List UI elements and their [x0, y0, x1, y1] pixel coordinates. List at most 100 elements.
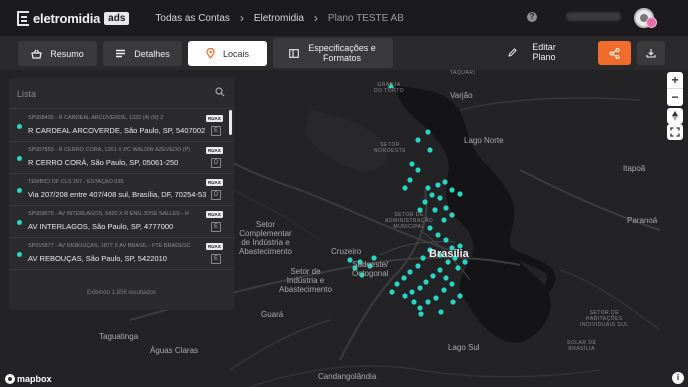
location-marker[interactable]: [402, 185, 408, 191]
location-marker[interactable]: [418, 311, 424, 317]
location-marker[interactable]: [415, 137, 421, 143]
map-label-lago-norte: Lago Norte: [464, 136, 504, 145]
top-bar: eletromidia ads Todas as Contas › Eletro…: [0, 0, 688, 36]
location-marker[interactable]: [455, 265, 461, 271]
location-marker[interactable]: [433, 295, 439, 301]
location-marker[interactable]: [420, 255, 426, 261]
location-marker[interactable]: [417, 285, 423, 291]
map-label-paranoa: Paranoá: [627, 216, 658, 225]
location-address: AV INTERLAGOS, São Paulo, SP, 4777000: [28, 222, 174, 231]
logo[interactable]: eletromidia ads: [17, 10, 130, 26]
location-dot: [17, 188, 22, 193]
compass-button[interactable]: [667, 108, 683, 124]
list-scrollbar[interactable]: [229, 110, 232, 135]
location-marker[interactable]: [462, 259, 468, 265]
search-input[interactable]: [17, 85, 207, 103]
location-marker[interactable]: [407, 177, 413, 183]
fullscreen-icon: [670, 127, 680, 137]
location-marker[interactable]: [441, 287, 447, 293]
location-marker[interactable]: [394, 281, 400, 287]
location-marker[interactable]: [449, 281, 455, 287]
location-marker[interactable]: [450, 299, 456, 305]
tab-label: Locais: [222, 48, 249, 59]
map-label-setor-noroeste: SETOR NOROESTE: [374, 142, 407, 154]
location-marker[interactable]: [435, 232, 441, 238]
location-marker[interactable]: [435, 182, 441, 188]
location-marker[interactable]: [437, 267, 443, 273]
location-type-badge: RUAS: [206, 211, 223, 218]
breadcrumb-accounts[interactable]: Todas as Contas: [155, 13, 230, 24]
user-name[interactable]: [566, 12, 621, 21]
locations-list[interactable]: SP008400 - R CARDEAL ARCOVERDE, 1332 (4)…: [9, 110, 234, 280]
road: [459, 97, 641, 111]
zoom-out-button[interactable]: −: [667, 89, 683, 106]
location-marker[interactable]: [425, 185, 431, 191]
search-icon[interactable]: [215, 87, 225, 97]
pencil-icon: [508, 47, 517, 57]
location-marker[interactable]: [411, 299, 417, 305]
location-marker[interactable]: [401, 275, 407, 281]
location-marker[interactable]: [389, 289, 395, 295]
list-item[interactable]: SP007853 - R CERRO CORÁ, 1261 X PC WALDI…: [9, 142, 234, 174]
location-marker[interactable]: [430, 273, 436, 279]
location-marker[interactable]: [438, 309, 444, 315]
list-item[interactable]: SP015877 - AV REBOUÇAS, 1877 X AV BRASIL…: [9, 238, 234, 270]
location-marker[interactable]: [422, 199, 428, 205]
location-marker[interactable]: [402, 293, 408, 299]
map-label-itapoa: Itapoã: [623, 164, 646, 173]
tab-resumo[interactable]: Resumo: [18, 41, 97, 66]
location-marker[interactable]: [432, 207, 438, 213]
list-search: [9, 78, 234, 109]
location-marker[interactable]: [425, 129, 431, 135]
location-marker[interactable]: [415, 263, 421, 269]
tab-especificacoes[interactable]: Especificações e Formatos: [273, 38, 393, 68]
location-marker[interactable]: [457, 191, 463, 197]
list-item[interactable]: SP008400 - R CARDEAL ARCOVERDE, 1332 (4)…: [9, 110, 234, 142]
app-root: eletromidia ads Todas as Contas › Eletro…: [0, 0, 688, 387]
breadcrumb-account[interactable]: Eletromidia: [254, 13, 304, 24]
zoom-in-button[interactable]: +: [667, 72, 683, 89]
location-marker[interactable]: [425, 299, 431, 305]
logo-icon: [17, 10, 29, 26]
mapbox-logo[interactable]: mapbox: [5, 374, 52, 384]
location-marker[interactable]: [427, 147, 433, 153]
road: [249, 365, 601, 387]
location-marker[interactable]: [423, 279, 429, 285]
location-marker[interactable]: [415, 167, 421, 173]
list-item[interactable]: TEMBICI DF CLS 207 - ESTAÇÃO 035 Via 207…: [9, 174, 234, 206]
location-marker[interactable]: [437, 195, 443, 201]
question-circle-icon[interactable]: ?: [527, 12, 537, 22]
location-marker[interactable]: [441, 217, 447, 223]
location-marker[interactable]: [409, 289, 415, 295]
download-button[interactable]: [637, 41, 665, 65]
compass-icon: [672, 111, 678, 121]
location-marker[interactable]: [407, 269, 413, 275]
location-dot: [17, 156, 22, 161]
map-label-cruzeiro: Cruzeiro: [331, 247, 362, 256]
locations-list-panel: SP008400 - R CARDEAL ARCOVERDE, 1332 (4)…: [9, 78, 234, 310]
edit-plan-button[interactable]: Editar Plano: [508, 42, 559, 62]
location-marker[interactable]: [429, 192, 435, 198]
map-label-taquari: TAQUARI: [450, 70, 476, 76]
location-marker[interactable]: [449, 212, 455, 218]
info-icon[interactable]: i: [672, 372, 684, 384]
location-marker[interactable]: [449, 187, 455, 193]
location-type-badge: RUAS: [206, 243, 223, 250]
tab-label: Especificações e Formatos: [308, 43, 376, 63]
location-marker[interactable]: [457, 293, 463, 299]
location-marker[interactable]: [443, 237, 449, 243]
location-marker[interactable]: [417, 305, 423, 311]
tab-bar: Resumo Detalhes Locais Especificações e …: [0, 36, 688, 70]
location-marker[interactable]: [445, 259, 451, 265]
location-marker[interactable]: [443, 275, 449, 281]
list-item[interactable]: SP009675 - AV INTERLAGOS, 5420 X R ENG J…: [9, 206, 234, 238]
logo-badge: ads: [104, 11, 130, 25]
location-marker[interactable]: [409, 161, 415, 167]
share-button[interactable]: [598, 41, 631, 65]
tab-locais[interactable]: Locais: [188, 41, 267, 66]
location-marker[interactable]: [443, 205, 449, 211]
fullscreen-button[interactable]: [667, 124, 683, 140]
map-pin-icon: [206, 48, 215, 59]
location-marker[interactable]: [442, 179, 448, 185]
tab-detalhes[interactable]: Detalhes: [103, 41, 182, 66]
